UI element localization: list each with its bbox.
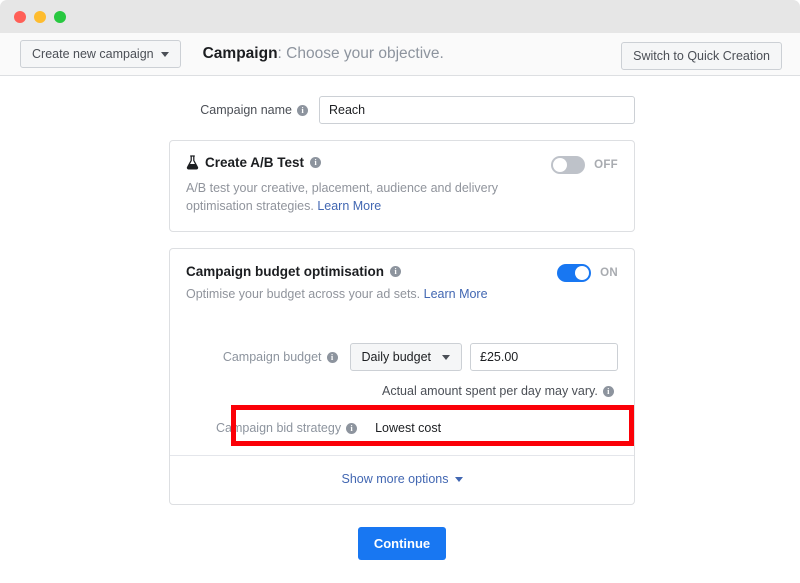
campaign-name-label-text: Campaign name — [200, 103, 292, 117]
toggle-knob — [553, 158, 567, 172]
campaign-budget-label-text: Campaign budget — [223, 350, 322, 364]
budget-amount-input[interactable] — [470, 343, 618, 371]
show-more-options-button[interactable]: Show more options — [341, 472, 462, 486]
ab-test-title: Create A/B Test i — [186, 155, 321, 170]
ab-test-title-block: Create A/B Test i A/B test your creative… — [186, 155, 538, 215]
campaign-name-input[interactable] — [319, 96, 635, 124]
breadcrumb-description: : Choose your objective. — [278, 45, 444, 62]
continue-button[interactable]: Continue — [358, 527, 446, 560]
campaign-form: Campaign name i Create A/B Test i — [169, 76, 635, 560]
ab-test-learn-more-link[interactable]: Learn More — [317, 199, 381, 213]
show-more-options-label: Show more options — [341, 472, 448, 486]
budget-optimisation-title-text: Campaign budget optimisation — [186, 264, 384, 279]
campaign-name-label: Campaign name i — [200, 103, 308, 117]
switch-to-quick-creation-label: Switch to Quick Creation — [633, 49, 770, 63]
ab-test-card: Create A/B Test i A/B test your creative… — [169, 140, 635, 232]
window-title-bar — [0, 0, 800, 33]
maximize-window-button[interactable] — [54, 11, 66, 23]
info-icon[interactable]: i — [310, 157, 321, 168]
budget-optimisation-toggle-wrap[interactable]: ON — [557, 263, 618, 282]
chevron-down-icon — [442, 355, 450, 360]
info-icon[interactable]: i — [327, 352, 338, 363]
campaign-bid-strategy-value: Lowest cost — [375, 421, 441, 435]
campaign-bid-strategy-row: Campaign bid strategy i Lowest cost — [186, 421, 618, 435]
campaign-budget-optimisation-card: Campaign budget optimisation i Optimise … — [169, 248, 635, 505]
ab-test-header: Create A/B Test i A/B test your creative… — [186, 155, 618, 215]
footer-actions: Continue — [169, 527, 635, 560]
campaign-name-row: Campaign name i — [169, 96, 635, 124]
budget-optimisation-description-text: Optimise your budget across your ad sets… — [186, 287, 424, 301]
create-new-campaign-label: Create new campaign — [32, 47, 154, 61]
chevron-down-icon — [161, 52, 169, 57]
info-icon[interactable]: i — [603, 386, 614, 397]
flask-icon — [186, 155, 199, 170]
campaign-budget-row: Campaign budget i Daily budget — [186, 343, 618, 371]
ab-test-toggle-state: OFF — [594, 159, 618, 171]
budget-type-select-value: Daily budget — [362, 350, 432, 364]
budget-optimisation-title-block: Campaign budget optimisation i Optimise … — [186, 263, 488, 303]
budget-optimisation-title: Campaign budget optimisation i — [186, 264, 401, 279]
switch-to-quick-creation-button[interactable]: Switch to Quick Creation — [621, 42, 782, 70]
budget-hint-text: Actual amount spent per day may vary. — [382, 384, 598, 398]
campaign-budget-label: Campaign budget i — [223, 350, 338, 364]
budget-optimisation-toggle[interactable] — [557, 264, 591, 282]
breadcrumb-current-step: Campaign — [203, 45, 278, 62]
show-more-options-row: Show more options — [170, 456, 634, 504]
app-toolbar: Create new campaign Campaign: Choose you… — [0, 33, 800, 76]
budget-optimisation-toggle-state: ON — [600, 267, 618, 279]
ab-test-toggle[interactable] — [551, 156, 585, 174]
create-new-campaign-dropdown[interactable]: Create new campaign — [20, 40, 181, 68]
breadcrumb: Campaign: Choose your objective. — [203, 45, 444, 63]
chevron-down-icon — [455, 477, 463, 482]
budget-hint-row: Actual amount spent per day may vary. i — [186, 384, 618, 398]
minimize-window-button[interactable] — [34, 11, 46, 23]
info-icon[interactable]: i — [297, 105, 308, 116]
budget-optimisation-header: Campaign budget optimisation i Optimise … — [186, 263, 618, 303]
close-window-button[interactable] — [14, 11, 26, 23]
ab-test-toggle-wrap[interactable]: OFF — [551, 155, 618, 174]
budget-type-select[interactable]: Daily budget — [350, 343, 463, 371]
campaign-bid-strategy-label-text: Campaign bid strategy — [216, 421, 341, 435]
budget-fields-section: Campaign budget i Daily budget Actual am… — [170, 319, 634, 455]
budget-card-header-section: Campaign budget optimisation i Optimise … — [170, 249, 634, 319]
budget-optimisation-learn-more-link[interactable]: Learn More — [424, 287, 488, 301]
page-body: Campaign name i Create A/B Test i — [0, 76, 800, 583]
budget-optimisation-description: Optimise your budget across your ad sets… — [186, 285, 488, 303]
toggle-knob — [575, 266, 589, 280]
ab-test-description: A/B test your creative, placement, audie… — [186, 179, 538, 215]
ab-test-title-text: Create A/B Test — [205, 155, 304, 170]
info-icon[interactable]: i — [390, 266, 401, 277]
campaign-bid-strategy-label: Campaign bid strategy i — [216, 421, 357, 435]
info-icon[interactable]: i — [346, 423, 357, 434]
